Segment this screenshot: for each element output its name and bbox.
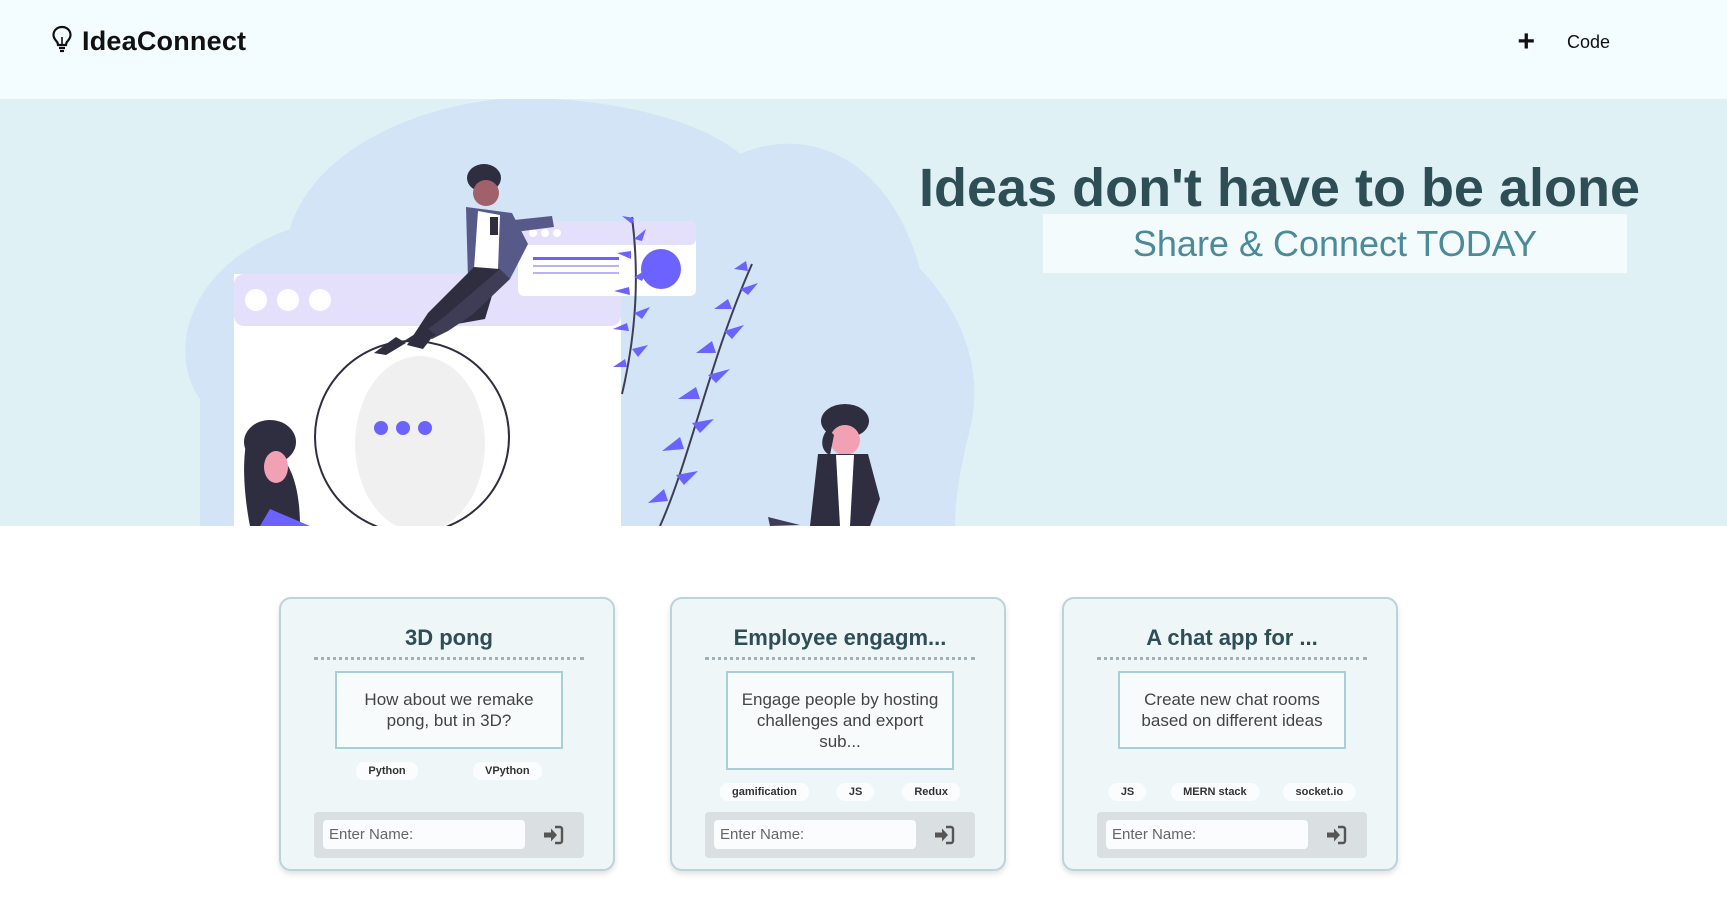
tag-chip: MERN stack bbox=[1171, 783, 1259, 801]
idea-card-title: 3D pong bbox=[314, 625, 584, 660]
idea-card-title: A chat app for ... bbox=[1097, 625, 1367, 660]
idea-card-description: Engage people by hosting challenges and … bbox=[726, 671, 954, 770]
sign-in-icon[interactable] bbox=[1325, 824, 1347, 846]
plus-icon[interactable]: + bbox=[1517, 27, 1535, 57]
name-input[interactable] bbox=[323, 820, 525, 849]
tag-chip: Python bbox=[356, 762, 418, 780]
navbar: IdeaConnect + Code bbox=[0, 0, 1727, 99]
idea-tags: JS MERN stack socket.io bbox=[1084, 783, 1380, 801]
sign-in-icon[interactable] bbox=[542, 824, 564, 846]
join-form bbox=[1097, 812, 1367, 858]
join-form bbox=[705, 812, 975, 858]
tag-chip: socket.io bbox=[1283, 783, 1356, 801]
hero-title: Ideas don't have to be alone bbox=[919, 158, 1640, 218]
brand[interactable]: IdeaConnect bbox=[50, 24, 246, 59]
tag-chip: VPython bbox=[473, 762, 542, 780]
idea-card-description: How about we remake pong, but in 3D? bbox=[335, 671, 563, 749]
tag-chip: JS bbox=[836, 783, 875, 801]
idea-card[interactable]: Employee engagm... Engage people by host… bbox=[670, 597, 1006, 871]
hero-subtitle: Share & Connect TODAY bbox=[1043, 214, 1627, 273]
brand-name: IdeaConnect bbox=[82, 26, 247, 56]
hero-section: Ideas don't have to be alone Share & Con… bbox=[0, 99, 1727, 526]
tag-chip: gamification bbox=[720, 783, 809, 801]
idea-card[interactable]: 3D pong How about we remake pong, but in… bbox=[279, 597, 615, 871]
idea-card-title: Employee engagm... bbox=[705, 625, 975, 660]
idea-tags: Python VPython bbox=[301, 762, 597, 780]
lightbulb-icon bbox=[50, 24, 74, 59]
name-input[interactable] bbox=[714, 820, 916, 849]
tag-chip: JS bbox=[1108, 783, 1147, 801]
sign-in-icon[interactable] bbox=[933, 824, 955, 846]
idea-card[interactable]: A chat app for ... Create new chat rooms… bbox=[1062, 597, 1398, 871]
tag-chip: Redux bbox=[902, 783, 960, 801]
join-form bbox=[314, 812, 584, 858]
nav-actions: + Code bbox=[1517, 27, 1610, 57]
idea-tags: gamification JS Redux bbox=[692, 783, 988, 801]
code-link[interactable]: Code bbox=[1567, 32, 1610, 53]
name-input[interactable] bbox=[1106, 820, 1308, 849]
idea-card-description: Create new chat rooms based on different… bbox=[1118, 671, 1346, 749]
